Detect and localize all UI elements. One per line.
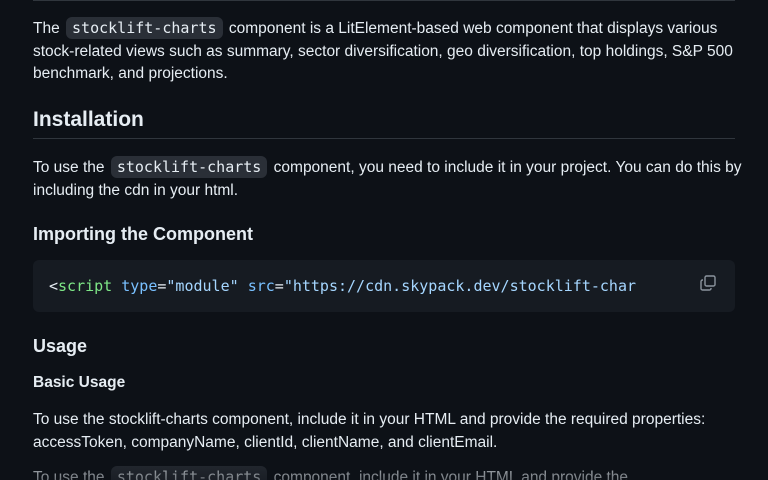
copy-icon	[700, 275, 716, 291]
intro-text-start: The	[33, 20, 60, 37]
code-line: <script type="module" src="https://cdn.s…	[49, 275, 691, 297]
code-token-bracket: <	[49, 277, 59, 295]
inline-code: stocklift-charts	[110, 156, 268, 178]
usage-paragraph-2: To use the stocklift-charts component, i…	[33, 466, 743, 480]
intro-paragraph: The stocklift-charts component is a LitE…	[33, 17, 743, 86]
inline-code: stocklift-charts	[66, 17, 223, 39]
basic-usage-heading: Basic Usage	[33, 374, 126, 391]
usage-paragraph: To use the stocklift-charts component, i…	[33, 411, 706, 451]
installation-text-start: To use the	[33, 159, 105, 176]
code-block: <script type="module" src="https://cdn.s…	[33, 260, 735, 312]
code-token-attr: type	[121, 277, 158, 295]
copy-button[interactable]	[697, 271, 721, 295]
usage-heading: Usage	[33, 336, 88, 356]
usage-text-start: To use the	[33, 469, 105, 480]
inline-code: stocklift-charts	[110, 466, 268, 480]
code-token-eq: =	[274, 277, 284, 295]
section-divider	[33, 0, 735, 1]
importing-heading: Importing the Component	[33, 224, 253, 244]
code-token-string: "module"	[166, 277, 239, 295]
code-token-string: "https://cdn.skypack.dev/stocklift-char	[283, 277, 637, 295]
usage-text-end: component, include it in your HTML and p…	[273, 469, 629, 480]
code-token-attr: src	[247, 277, 275, 295]
readme-content: The stocklift-charts component is a LitE…	[0, 0, 768, 480]
installation-heading: Installation	[33, 108, 144, 131]
heading-divider	[33, 138, 735, 139]
installation-paragraph: To use the stocklift-charts component, y…	[33, 156, 743, 202]
code-token-tag: script	[58, 277, 113, 295]
